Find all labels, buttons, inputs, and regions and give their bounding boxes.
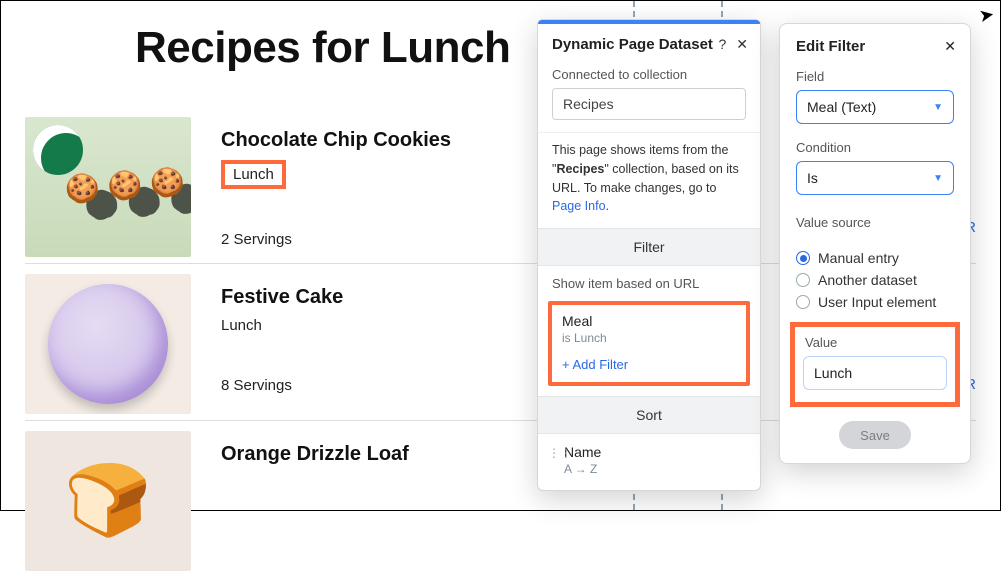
recipe-thumb (25, 117, 191, 257)
edit-filter-title: Edit Filter (796, 38, 865, 55)
value-source-label: Value source (796, 215, 954, 230)
dataset-info-text: This page shows items from the "Recipes"… (538, 132, 760, 228)
field-select[interactable]: Meal (Text) ▼ (796, 90, 954, 124)
radio-another-dataset[interactable]: Another dataset (796, 272, 954, 288)
close-icon[interactable]: ✕ (944, 38, 956, 55)
chevron-down-icon: ▼ (933, 173, 943, 184)
chevron-down-icon: ▼ (933, 102, 943, 113)
connected-collection-input[interactable] (552, 88, 746, 120)
recipe-thumb (25, 274, 191, 414)
radio-icon (796, 273, 810, 287)
value-input[interactable] (803, 356, 947, 390)
filter-desc: is Lunch (562, 331, 736, 345)
close-icon[interactable]: ✕ (736, 36, 748, 53)
value-block: Value (790, 322, 960, 407)
recipe-meal-tag: Lunch (221, 317, 262, 334)
connected-label: Connected to collection (552, 67, 746, 82)
condition-select[interactable]: Is ▼ (796, 161, 954, 195)
show-item-url-label: Show item based on URL (538, 266, 760, 295)
filter-card[interactable]: Meal is Lunch + Add Filter (548, 301, 750, 386)
field-label: Field (796, 69, 954, 84)
sort-section-header: Sort (538, 396, 760, 434)
radio-icon (796, 295, 810, 309)
filter-section-header: Filter (538, 228, 760, 266)
radio-manual-entry[interactable]: Manual entry (796, 250, 954, 266)
help-icon[interactable]: ? (718, 36, 726, 53)
value-label: Value (805, 335, 947, 350)
edit-filter-panel: Edit Filter ✕ Field Meal (Text) ▼ Condit… (779, 23, 971, 464)
add-filter-link[interactable]: + Add Filter (552, 347, 746, 374)
radio-user-input-element[interactable]: User Input element (796, 294, 954, 310)
filter-field-name: Meal (562, 313, 736, 329)
sort-field-name: Name (564, 444, 746, 460)
save-button[interactable]: Save (839, 421, 911, 449)
sort-row[interactable]: ⋮⋮ Name A → Z (538, 434, 760, 490)
sort-direction: A → Z (564, 462, 746, 476)
condition-label: Condition (796, 140, 954, 155)
dataset-panel: Dynamic Page Dataset ? ✕ Connected to co… (537, 19, 761, 491)
recipe-thumb (25, 431, 191, 571)
page-info-link[interactable]: Page Info (552, 199, 606, 213)
drag-handle-icon[interactable]: ⋮⋮ (548, 446, 572, 460)
recipe-meal-tag: Lunch (221, 160, 286, 189)
radio-icon (796, 251, 810, 265)
dataset-panel-title: Dynamic Page Dataset (552, 36, 713, 53)
